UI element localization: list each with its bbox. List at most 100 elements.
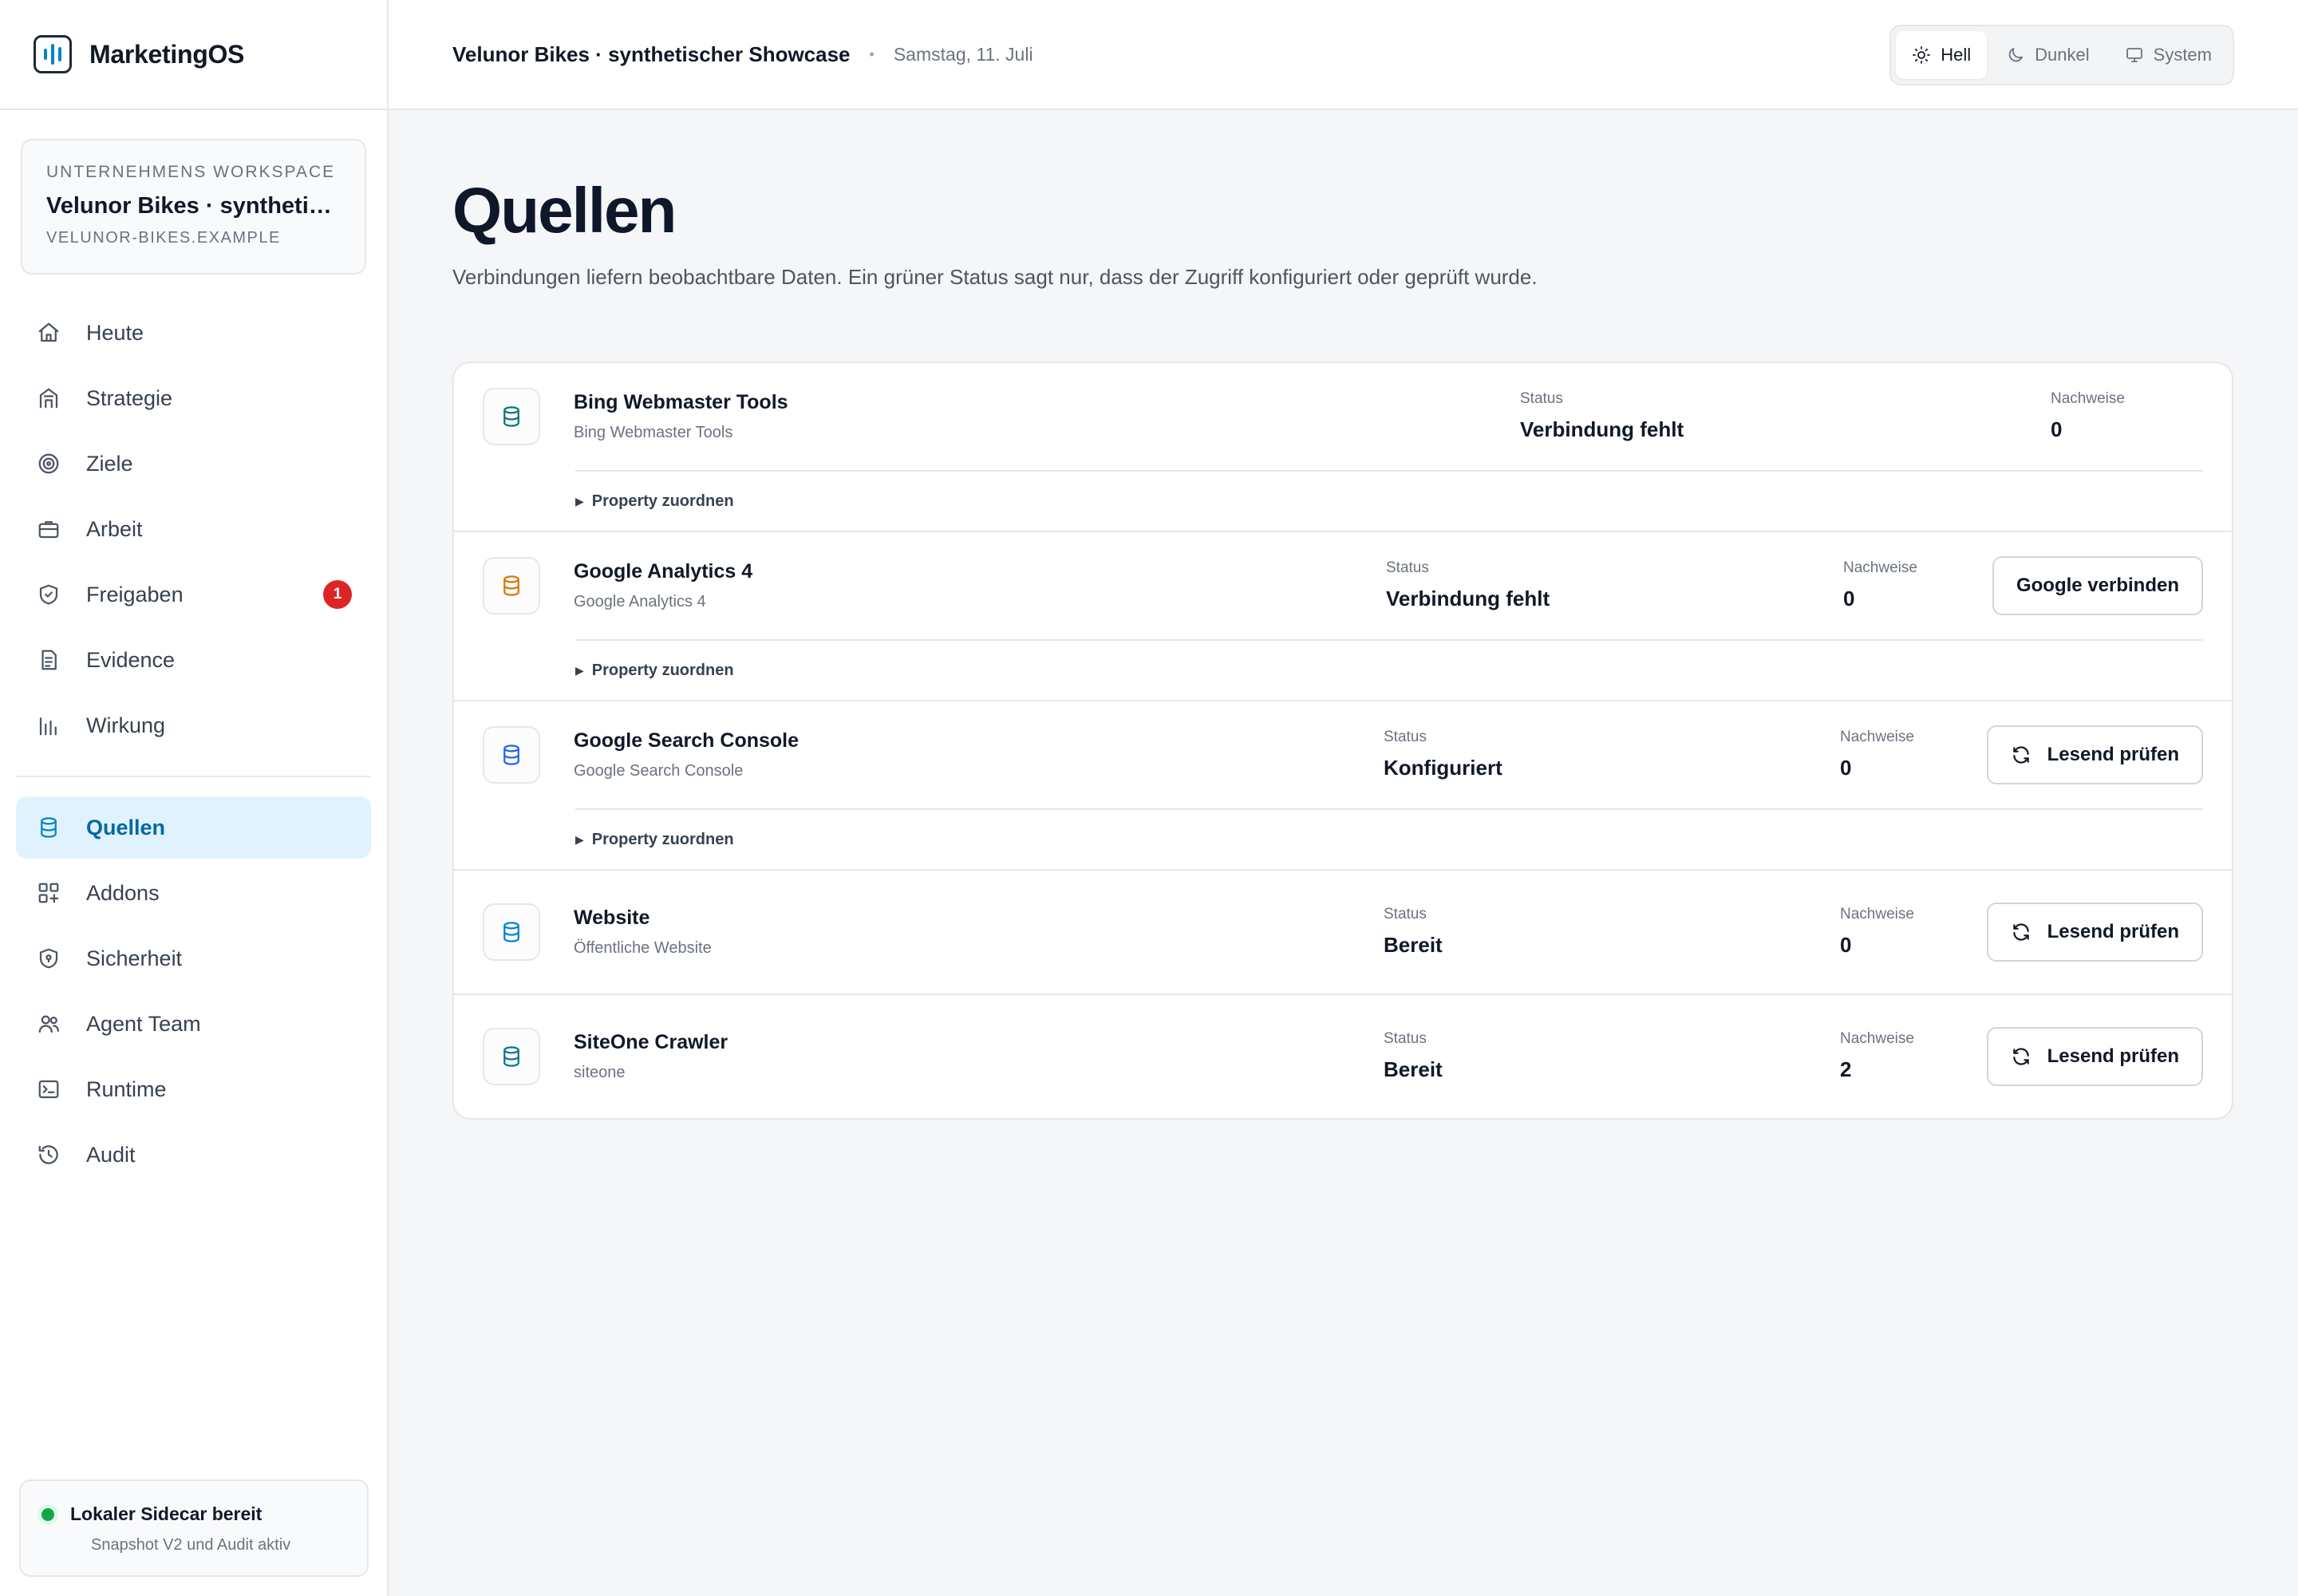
workspace-name: Velunor Bikes · synthetisch… — [46, 193, 341, 219]
database-icon — [483, 1028, 540, 1085]
shield-check-icon — [35, 581, 62, 608]
page-content: Quellen Verbindungen liefern beobachtbar… — [389, 110, 2298, 1120]
status-value: Konfiguriert — [1384, 756, 1502, 780]
workspace-switcher[interactable]: UNTERNEHMENS WORKSPACE Velunor Bikes · s… — [21, 139, 366, 275]
sidebar-item-wirkung[interactable]: Wirkung — [16, 694, 371, 757]
history-icon — [35, 1141, 62, 1168]
source-row: Bing Webmaster Tools Bing Webmaster Tool… — [454, 363, 2232, 532]
sidebar-item-agent-team[interactable]: Agent Team — [16, 993, 371, 1055]
sidebar-item-label: Ziele — [86, 451, 133, 476]
sidebar-item-quellen[interactable]: Quellen — [16, 796, 371, 859]
database-icon — [483, 903, 540, 961]
status-label: Status — [1384, 906, 1427, 922]
source-status: Status Bereit — [1384, 906, 1443, 958]
database-icon — [35, 814, 62, 841]
button-label: Lesend prüfen — [2047, 921, 2179, 942]
source-name: Bing Webmaster Tools — [574, 391, 788, 413]
button-label: Lesend prüfen — [2047, 1045, 2179, 1067]
sidebar-item-label: Agent Team — [86, 1011, 201, 1036]
terminal-icon — [35, 1076, 62, 1103]
evidence-label: Nachweise — [2051, 390, 2125, 407]
nav-divider — [16, 776, 371, 777]
refresh-icon — [2011, 1046, 2031, 1067]
sidebar-item-arbeit[interactable]: Arbeit — [16, 498, 371, 560]
property-assign-toggle[interactable]: ▶ Property zuordnen — [575, 808, 2203, 869]
evidence-label: Nachweise — [1840, 906, 1914, 922]
sidebar-item-evidence[interactable]: Evidence — [16, 629, 371, 691]
source-status: Status Konfiguriert — [1384, 729, 1502, 780]
property-assign-toggle[interactable]: ▶ Property zuordnen — [575, 639, 2203, 700]
refresh-icon — [2011, 922, 2031, 942]
evidence-label: Nachweise — [1843, 559, 1917, 576]
source-row: Google Analytics 4 Google Analytics 4 St… — [454, 532, 2232, 701]
status-label: Status — [1520, 390, 1563, 407]
sidebar-item-label: Heute — [86, 320, 144, 345]
topbar-title: Velunor Bikes · synthetischer Showcase — [452, 41, 851, 66]
sidebar-item-runtime[interactable]: Runtime — [16, 1058, 371, 1120]
read-check-button[interactable]: Lesend prüfen — [1986, 1027, 2203, 1086]
expand-label: Property zuordnen — [591, 830, 734, 848]
sun-icon — [1912, 45, 1931, 65]
caret-right-icon: ▶ — [575, 494, 584, 508]
source-subtitle: siteone — [574, 1064, 626, 1081]
sidebar-item-freigaben[interactable]: Freigaben 1 — [16, 563, 371, 626]
workspace-domain: VELUNOR-BIKES.EXAMPLE — [46, 229, 281, 247]
topbar-date: Samstag, 11. Juli — [893, 43, 1033, 65]
read-check-button[interactable]: Lesend prüfen — [1986, 725, 2203, 784]
workspace-kicker: UNTERNEHMENS WORKSPACE — [46, 163, 336, 181]
refresh-icon — [2011, 745, 2031, 765]
sidebar-item-heute[interactable]: Heute — [16, 302, 371, 364]
source-name: Google Analytics 4 — [574, 560, 753, 583]
page-title: Quellen — [452, 175, 677, 246]
google-connect-button[interactable]: Google verbinden — [1992, 556, 2203, 615]
theme-option-system[interactable]: System — [2109, 31, 2228, 79]
notification-badge: 1 — [323, 580, 352, 609]
expand-label: Property zuordnen — [591, 492, 734, 510]
sidebar-item-label: Strategie — [86, 385, 173, 410]
theme-switcher: Hell Dunkel System — [1889, 25, 2234, 85]
sidebar-item-addons[interactable]: Addons — [16, 862, 371, 924]
sidebar-item-audit[interactable]: Audit — [16, 1124, 371, 1186]
evidence-count: 0 — [1840, 933, 1852, 957]
source-name: Google Search Console — [574, 729, 800, 752]
caret-right-icon: ▶ — [575, 832, 584, 846]
sidebar-item-ziele[interactable]: Ziele — [16, 433, 371, 495]
sidebar-item-sicherheit[interactable]: Sicherheit — [16, 927, 371, 990]
source-evidence: Nachweise 0 — [2051, 390, 2125, 442]
sidebar-item-label: Quellen — [86, 815, 166, 839]
read-check-button[interactable]: Lesend prüfen — [1986, 903, 2203, 962]
theme-option-label: System — [2153, 45, 2212, 65]
users-icon — [35, 1010, 62, 1037]
sidebar-item-label: Runtime — [86, 1077, 167, 1101]
primary-nav: Heute Strategie Ziele Arbeit Freigaben 1… — [0, 302, 387, 1186]
source-evidence: Nachweise 0 — [1843, 559, 1917, 611]
caret-right-icon: ▶ — [575, 663, 584, 677]
theme-option-dunkel[interactable]: Dunkel — [1990, 31, 2105, 79]
evidence-count: 2 — [1840, 1057, 1852, 1081]
sidebar-item-strategie[interactable]: Strategie — [16, 367, 371, 429]
brand[interactable]: MarketingOS — [0, 0, 387, 110]
grid-plus-icon — [35, 879, 62, 907]
sidebar-item-label: Addons — [86, 880, 160, 905]
sources-list: Bing Webmaster Tools Bing Webmaster Tool… — [452, 361, 2233, 1120]
sidebar-item-label: Audit — [86, 1142, 136, 1167]
evidence-label: Nachweise — [1840, 1030, 1914, 1047]
topbar-separator: • — [869, 45, 875, 62]
app-name: MarketingOS — [89, 39, 245, 69]
status-value: Verbindung fehlt — [1386, 587, 1550, 610]
bar-chart-icon — [35, 712, 62, 739]
evidence-count: 0 — [1840, 756, 1852, 780]
theme-option-hell[interactable]: Hell — [1896, 31, 1988, 79]
database-icon — [483, 557, 540, 614]
sidebar-item-label: Freigaben — [86, 582, 184, 606]
theme-option-label: Hell — [1941, 45, 1972, 65]
monitor-icon — [2125, 45, 2144, 65]
status-label: Status — [1384, 729, 1427, 745]
status-dot-icon — [41, 1507, 54, 1521]
source-name: SiteOne Crawler — [574, 1031, 728, 1053]
source-row: Google Search Console Google Search Cons… — [454, 701, 2232, 871]
sidebar-item-label: Arbeit — [86, 516, 143, 541]
moon-icon — [2006, 45, 2025, 65]
building-icon — [35, 385, 62, 412]
property-assign-toggle[interactable]: ▶ Property zuordnen — [575, 470, 2203, 531]
